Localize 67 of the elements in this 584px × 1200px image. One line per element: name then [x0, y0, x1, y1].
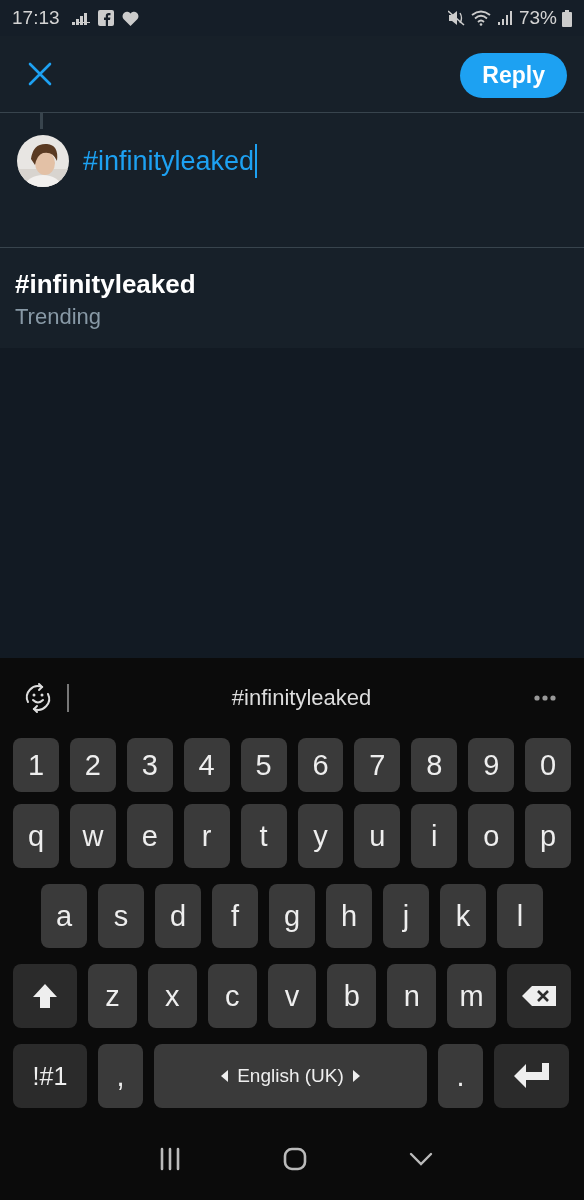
symbols-key[interactable]: !#1: [13, 1044, 87, 1108]
keyboard-key[interactable]: p: [525, 804, 572, 868]
enter-key[interactable]: [494, 1044, 569, 1108]
keyboard-key[interactable]: v: [267, 964, 317, 1028]
clock-time: 17:13: [12, 7, 60, 29]
keyboard-key[interactable]: 5: [240, 738, 287, 792]
keyboard-key[interactable]: 3: [126, 738, 173, 792]
shift-arrow-icon: [32, 983, 58, 1009]
battery-icon: [562, 9, 572, 27]
keyboard-key[interactable]: f: [212, 884, 258, 948]
chevron-down-icon[interactable]: [409, 1152, 433, 1166]
keyboard-key[interactable]: 8: [411, 738, 458, 792]
keyboard-key[interactable]: t: [240, 804, 287, 868]
hashtag-title: #infinityleaked: [15, 268, 197, 300]
keyboard-key[interactable]: 2: [69, 738, 116, 792]
enter-arrow-icon: [513, 1063, 550, 1089]
muted-speaker-icon: [447, 10, 466, 26]
equalizer-icon: [71, 11, 90, 25]
signal-icon: [497, 11, 514, 25]
recent-apps-icon[interactable]: [159, 1147, 181, 1171]
keyboard-key[interactable]: r: [183, 804, 230, 868]
keyboard-key[interactable]: d: [155, 884, 201, 948]
keyboard-key[interactable]: 7: [354, 738, 401, 792]
keyboard-key[interactable]: c: [207, 964, 257, 1028]
shift-key[interactable]: [13, 964, 77, 1028]
trending-label: Trending: [15, 303, 102, 331]
keyboard-key[interactable]: y: [297, 804, 344, 868]
keyboard-key[interactable]: n: [387, 964, 437, 1028]
keyboard-key[interactable]: 9: [468, 738, 515, 792]
square-logo-icon: [97, 10, 114, 26]
keyboard-key[interactable]: i: [411, 804, 458, 868]
keyboard-key[interactable]: b: [327, 964, 377, 1028]
keyboard-key[interactable]: m: [447, 964, 496, 1028]
space-bar[interactable]: English (UK): [154, 1044, 427, 1108]
keyboard-key[interactable]: 1: [13, 738, 59, 792]
keyboard-key[interactable]: w: [69, 804, 116, 868]
keyboard-key[interactable]: 6: [297, 738, 344, 792]
keyboard-key[interactable]: h: [326, 884, 372, 948]
more-icon[interactable]: [534, 695, 556, 701]
keyboard-key[interactable]: e: [126, 804, 173, 868]
keyboard-key[interactable]: o: [468, 804, 515, 868]
keyboard-key[interactable]: x: [147, 964, 197, 1028]
suggestion-item[interactable]: #infinityleaked Trending: [0, 248, 584, 348]
keyboard-key[interactable]: j: [383, 884, 429, 948]
word-suggestion[interactable]: #infinityleaked: [69, 685, 534, 711]
keyboard-key[interactable]: 4: [183, 738, 230, 792]
keyboard-key[interactable]: s: [98, 884, 144, 948]
backspace-icon: [522, 986, 556, 1006]
close-icon[interactable]: [28, 62, 52, 86]
backspace-key[interactable]: [507, 964, 571, 1028]
keyboard-key[interactable]: 0: [525, 738, 572, 792]
keyboard-key[interactable]: g: [269, 884, 315, 948]
keyboard-key[interactable]: u: [354, 804, 401, 868]
keyboard-key[interactable]: ,: [98, 1044, 143, 1108]
keyboard-key[interactable]: a: [41, 884, 87, 948]
keyboard-key[interactable]: z: [88, 964, 137, 1028]
keyboard-key[interactable]: .: [438, 1044, 483, 1108]
left-arrow-icon: [221, 1070, 229, 1082]
home-icon[interactable]: [283, 1147, 307, 1171]
tweet-input-field[interactable]: #infinityleaked: [83, 144, 258, 178]
keyboard-key[interactable]: k: [440, 884, 486, 948]
right-arrow-icon: [352, 1070, 360, 1082]
battery-percent: 73%: [518, 7, 557, 29]
keyboard-key[interactable]: q: [13, 804, 59, 868]
heart-icon: [121, 10, 139, 26]
keyboard-key[interactable]: l: [497, 884, 543, 948]
wifi-icon: [470, 10, 493, 26]
